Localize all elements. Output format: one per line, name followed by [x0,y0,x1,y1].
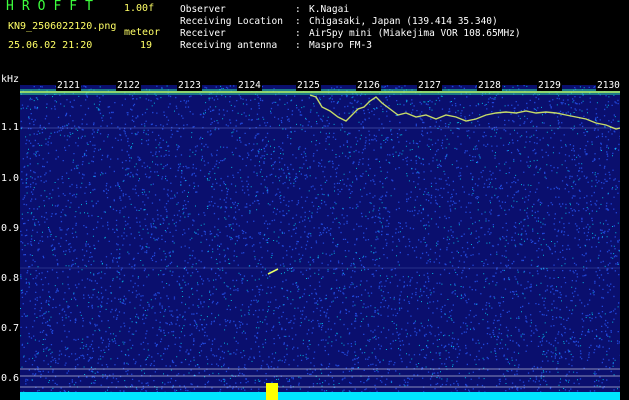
datetime-label: 25.06.02 21:20 [8,40,93,51]
app-title: HROFFT [6,0,101,14]
info-value: AirSpy mini (Miakejima VOR 108.65MHz) [309,28,521,39]
plot-right-border [620,85,629,400]
spectrogram [20,85,620,400]
time-label-2122: 2122 [116,80,141,91]
info-key: Receiving Location [180,16,283,27]
signal-spike [266,383,278,400]
filename-label: KN9_2506022120.png [8,21,117,32]
freq-label-1-1: 1.1 [1,122,20,133]
axis-unit-label: kHz [1,74,20,85]
freq-label-0-9: 0.9 [1,223,20,234]
time-label-2129: 2129 [537,80,562,91]
info-sep: : [295,4,301,15]
time-label-2126: 2126 [356,80,381,91]
info-row-receiver: Receiver : AirSpy mini (Miakejima VOR 10… [180,28,521,40]
time-label-2127: 2127 [417,80,442,91]
info-key: Receiving antenna [180,40,278,51]
time-label-2130: 2130 [596,80,621,91]
info-row-antenna: Receiving antenna : Maspro FM-3 [180,40,521,52]
baseline-band [20,392,620,400]
time-label-2123: 2123 [177,80,202,91]
info-sep: : [295,40,301,51]
time-label-2128: 2128 [477,80,502,91]
info-value: K.Nagai [309,4,350,15]
info-row-observer: Observer : K.Nagai [180,4,521,16]
mode-label: meteor [124,27,161,38]
freq-label-0-8: 0.8 [1,273,20,284]
info-value: Chigasaki, Japan (139.414 35.340) [309,16,498,27]
info-key: Receiver [180,28,226,39]
info-sep: : [295,28,301,39]
info-key: Observer [180,4,226,15]
time-label-2125: 2125 [296,80,321,91]
freq-label-0-6: 0.6 [1,373,20,384]
spectrogram-canvas [20,85,620,400]
station-info: Observer : K.Nagai Receiving Location : … [180,4,521,52]
freq-label-1-0: 1.0 [1,173,20,184]
noise-speckle [20,85,620,400]
info-sep: : [295,16,301,27]
freq-label-0-7: 0.7 [1,323,20,334]
count-label: 19 [140,40,153,51]
version-label: 1.00f [124,3,155,14]
info-row-location: Receiving Location : Chigasaki, Japan (1… [180,16,521,28]
info-value: Maspro FM-3 [309,40,372,51]
time-label-2121: 2121 [56,80,81,91]
time-label-2124: 2124 [237,80,262,91]
